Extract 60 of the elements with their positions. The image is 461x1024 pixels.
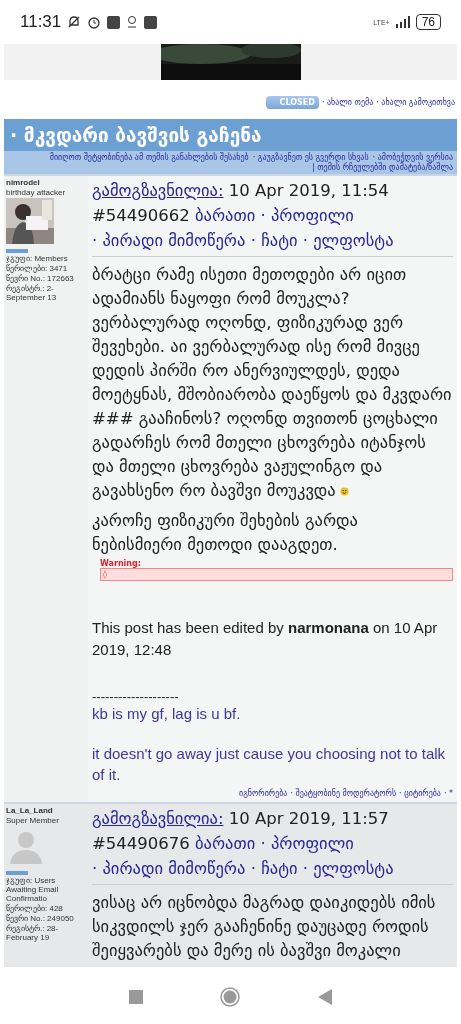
- author-posts: წერილები: 428: [6, 904, 64, 913]
- post-footer-link[interactable]: · *: [443, 789, 453, 798]
- signature-text: kb is my gf, lag is u bf.: [92, 704, 242, 724]
- rank-bar: [6, 871, 28, 875]
- post-date: 10 Apr 2019, 11:57: [228, 809, 389, 828]
- post-footer-link[interactable]: · შეატყობინე მოდერატორს: [290, 789, 397, 798]
- post-number: #54490662: [92, 206, 190, 225]
- author-name[interactable]: La_La_Land: [6, 806, 86, 815]
- post-action-link[interactable]: · ჩატი: [250, 231, 298, 250]
- app-icon: [107, 15, 121, 29]
- post-action-link[interactable]: · პროფილი: [260, 206, 354, 225]
- author-title: Super Member: [6, 816, 60, 825]
- member-number: წევრი No.: 172663: [6, 274, 75, 283]
- clock: 11:31: [20, 12, 62, 32]
- topic-title: · მკვდარი ბავშვის გაჩენა: [4, 119, 457, 151]
- location-icon: [126, 15, 139, 29]
- rank-bar: [6, 249, 28, 253]
- author-title: birthday attacker: [6, 188, 67, 197]
- post-text: ვისაც არ იცნობდა მაგრად დაიკიდებს იმის სიკვდილს ჯერ გააჩენინე დაუცადე როდის შეიყვარებს და მერე ის ბავშვი მოკალი: [92, 892, 437, 962]
- topic-option-link[interactable]: · გაუგზავნეთ ეს გვერდი სხვას: [252, 153, 369, 162]
- post-action-link[interactable]: · ჩატი: [250, 859, 298, 878]
- topic-option-link[interactable]: მიიღოთ შეტყობინება ამ თემის განახლების შესახებ: [49, 153, 249, 162]
- post-action-link[interactable]: ბარათი: [195, 834, 256, 853]
- author-posts: წერილები: 3471: [6, 264, 69, 273]
- author-name[interactable]: nimrodel: [6, 178, 86, 187]
- member-number: წევრი No.: 249050: [6, 914, 75, 923]
- topic-option-link[interactable]: · ამობეჭდვის ვერსია: [372, 153, 453, 162]
- post-action-link[interactable]: · პროფილი: [260, 834, 354, 853]
- warning-box: ◊: [100, 568, 453, 581]
- thread-action-link[interactable]: · ახალი გამოკითხვა: [376, 98, 455, 107]
- edit-note: This post has been edited by narmonana on 10 Apr 2019, 12:48: [92, 618, 439, 660]
- back-icon[interactable]: [318, 989, 333, 1005]
- signal-icon: [395, 16, 410, 28]
- post-date: 10 Apr 2019, 11:54: [228, 181, 389, 200]
- post-footer-link[interactable]: იგნორირება: [239, 789, 288, 798]
- join-date: რეგისტრ.: 2-September 13: [6, 284, 58, 302]
- post-number: #54490676: [92, 834, 190, 853]
- home-icon[interactable]: [220, 987, 241, 1007]
- alarm-icon: [87, 15, 102, 29]
- warning-label: Warning:: [100, 559, 142, 568]
- recents-icon[interactable]: [128, 990, 143, 1004]
- join-date: რეგისტრ.: 28-February 19: [6, 924, 60, 942]
- post-text: კაროჩე ფიზიკური შეხების გარდა ნებისმიერი მეთოდი დააგდეთ.: [92, 510, 359, 556]
- post-action-link[interactable]: · პირადი მიმოწერა: [92, 859, 246, 878]
- posted-label[interactable]: გამოგზავნილია:: [92, 181, 224, 200]
- signature-text: it doesn't go away just cause you choosing not to talk of it.: [92, 744, 447, 785]
- topic-option-link[interactable]: | თემის რჩეულებში დამატება/წაშლა: [311, 163, 453, 172]
- battery-level: 76: [415, 14, 441, 30]
- bell-off-icon: [67, 15, 82, 29]
- post-action-link[interactable]: ბარათი: [195, 206, 256, 225]
- post-action-link[interactable]: · ელფოსტა: [302, 859, 394, 878]
- signature-rule: --------------------: [92, 691, 180, 703]
- thread-action-link[interactable]: · ახალი თემა: [321, 98, 374, 107]
- post-action-link[interactable]: · პირადი მიმოწერა: [92, 231, 246, 250]
- post-action-link[interactable]: · ელფოსტა: [302, 231, 394, 250]
- posted-label[interactable]: გამოგზავნილია:: [92, 809, 224, 828]
- post-footer-link[interactable]: · ციტირება: [399, 789, 441, 798]
- app-icon: [144, 15, 158, 29]
- closed-badge: CLOSED: [265, 96, 319, 109]
- author-group: ჯგუფი: Members: [6, 254, 86, 263]
